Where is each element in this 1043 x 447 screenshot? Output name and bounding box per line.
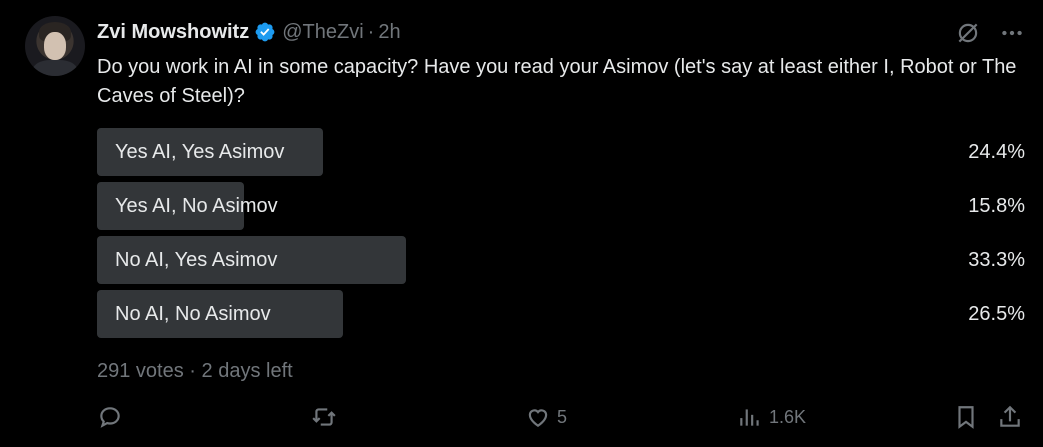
- like-button[interactable]: 5: [525, 404, 567, 430]
- separator-dot: ·: [189, 360, 196, 382]
- tweet-text: Do you work in AI in some capacity? Have…: [97, 56, 1017, 107]
- poll-option-label: No AI, Yes Asimov: [115, 249, 278, 271]
- separator-dot: ·: [367, 20, 375, 43]
- bookmark-icon: [958, 406, 974, 429]
- poll-option-label: Yes AI, No Asimov: [115, 195, 278, 217]
- poll-option-label: No AI, No Asimov: [115, 303, 271, 325]
- more-icon[interactable]: [999, 20, 1025, 46]
- poll-option: Yes AI, No Asimov 15.8%: [97, 182, 1025, 230]
- views-count: 1.6K: [769, 406, 807, 427]
- poll-option: No AI, Yes Asimov 33.3%: [97, 236, 1025, 284]
- retweet-icon: [312, 408, 336, 426]
- action-bar: 5 1.6K: [97, 404, 1027, 432]
- poll-option: Yes AI, Yes Asimov 24.4%: [97, 128, 1025, 176]
- views-button[interactable]: 1.6K: [737, 404, 806, 430]
- share-icon: [1000, 405, 1020, 427]
- verified-badge-icon: [254, 21, 276, 43]
- poll-votes: 291 votes: [97, 360, 184, 382]
- views-icon: [740, 409, 759, 426]
- poll-option-label: Yes AI, Yes Asimov: [115, 141, 285, 163]
- poll-option-percent: 33.3%: [968, 249, 1025, 271]
- grok-icon[interactable]: [955, 20, 981, 46]
- reply-icon: [100, 407, 120, 428]
- poll-meta: 291 votes · 2 days left: [97, 360, 293, 383]
- poll-option: No AI, No Asimov 26.5%: [97, 290, 1025, 338]
- poll-time-left: 2 days left: [201, 360, 293, 382]
- author-handle[interactable]: @TheZvi: [282, 21, 363, 44]
- like-count: 5: [557, 406, 568, 427]
- reply-button[interactable]: [97, 404, 123, 430]
- poll: Yes AI, Yes Asimov 24.4% Yes AI, No Asim…: [97, 128, 1025, 344]
- timestamp[interactable]: 2h: [378, 21, 400, 44]
- share-button[interactable]: [997, 404, 1023, 430]
- like-icon: [528, 409, 548, 427]
- poll-option-percent: 24.4%: [968, 141, 1025, 163]
- poll-option-percent: 26.5%: [968, 303, 1025, 325]
- poll-option-percent: 15.8%: [968, 195, 1025, 217]
- tweet-header: Zvi Mowshowitz @TheZvi · 2h: [97, 20, 401, 44]
- retweet-button[interactable]: [311, 404, 337, 430]
- bookmark-button[interactable]: [953, 404, 979, 430]
- avatar[interactable]: [25, 16, 85, 76]
- header-icons: [955, 20, 1025, 46]
- author-name[interactable]: Zvi Mowshowitz: [97, 21, 249, 44]
